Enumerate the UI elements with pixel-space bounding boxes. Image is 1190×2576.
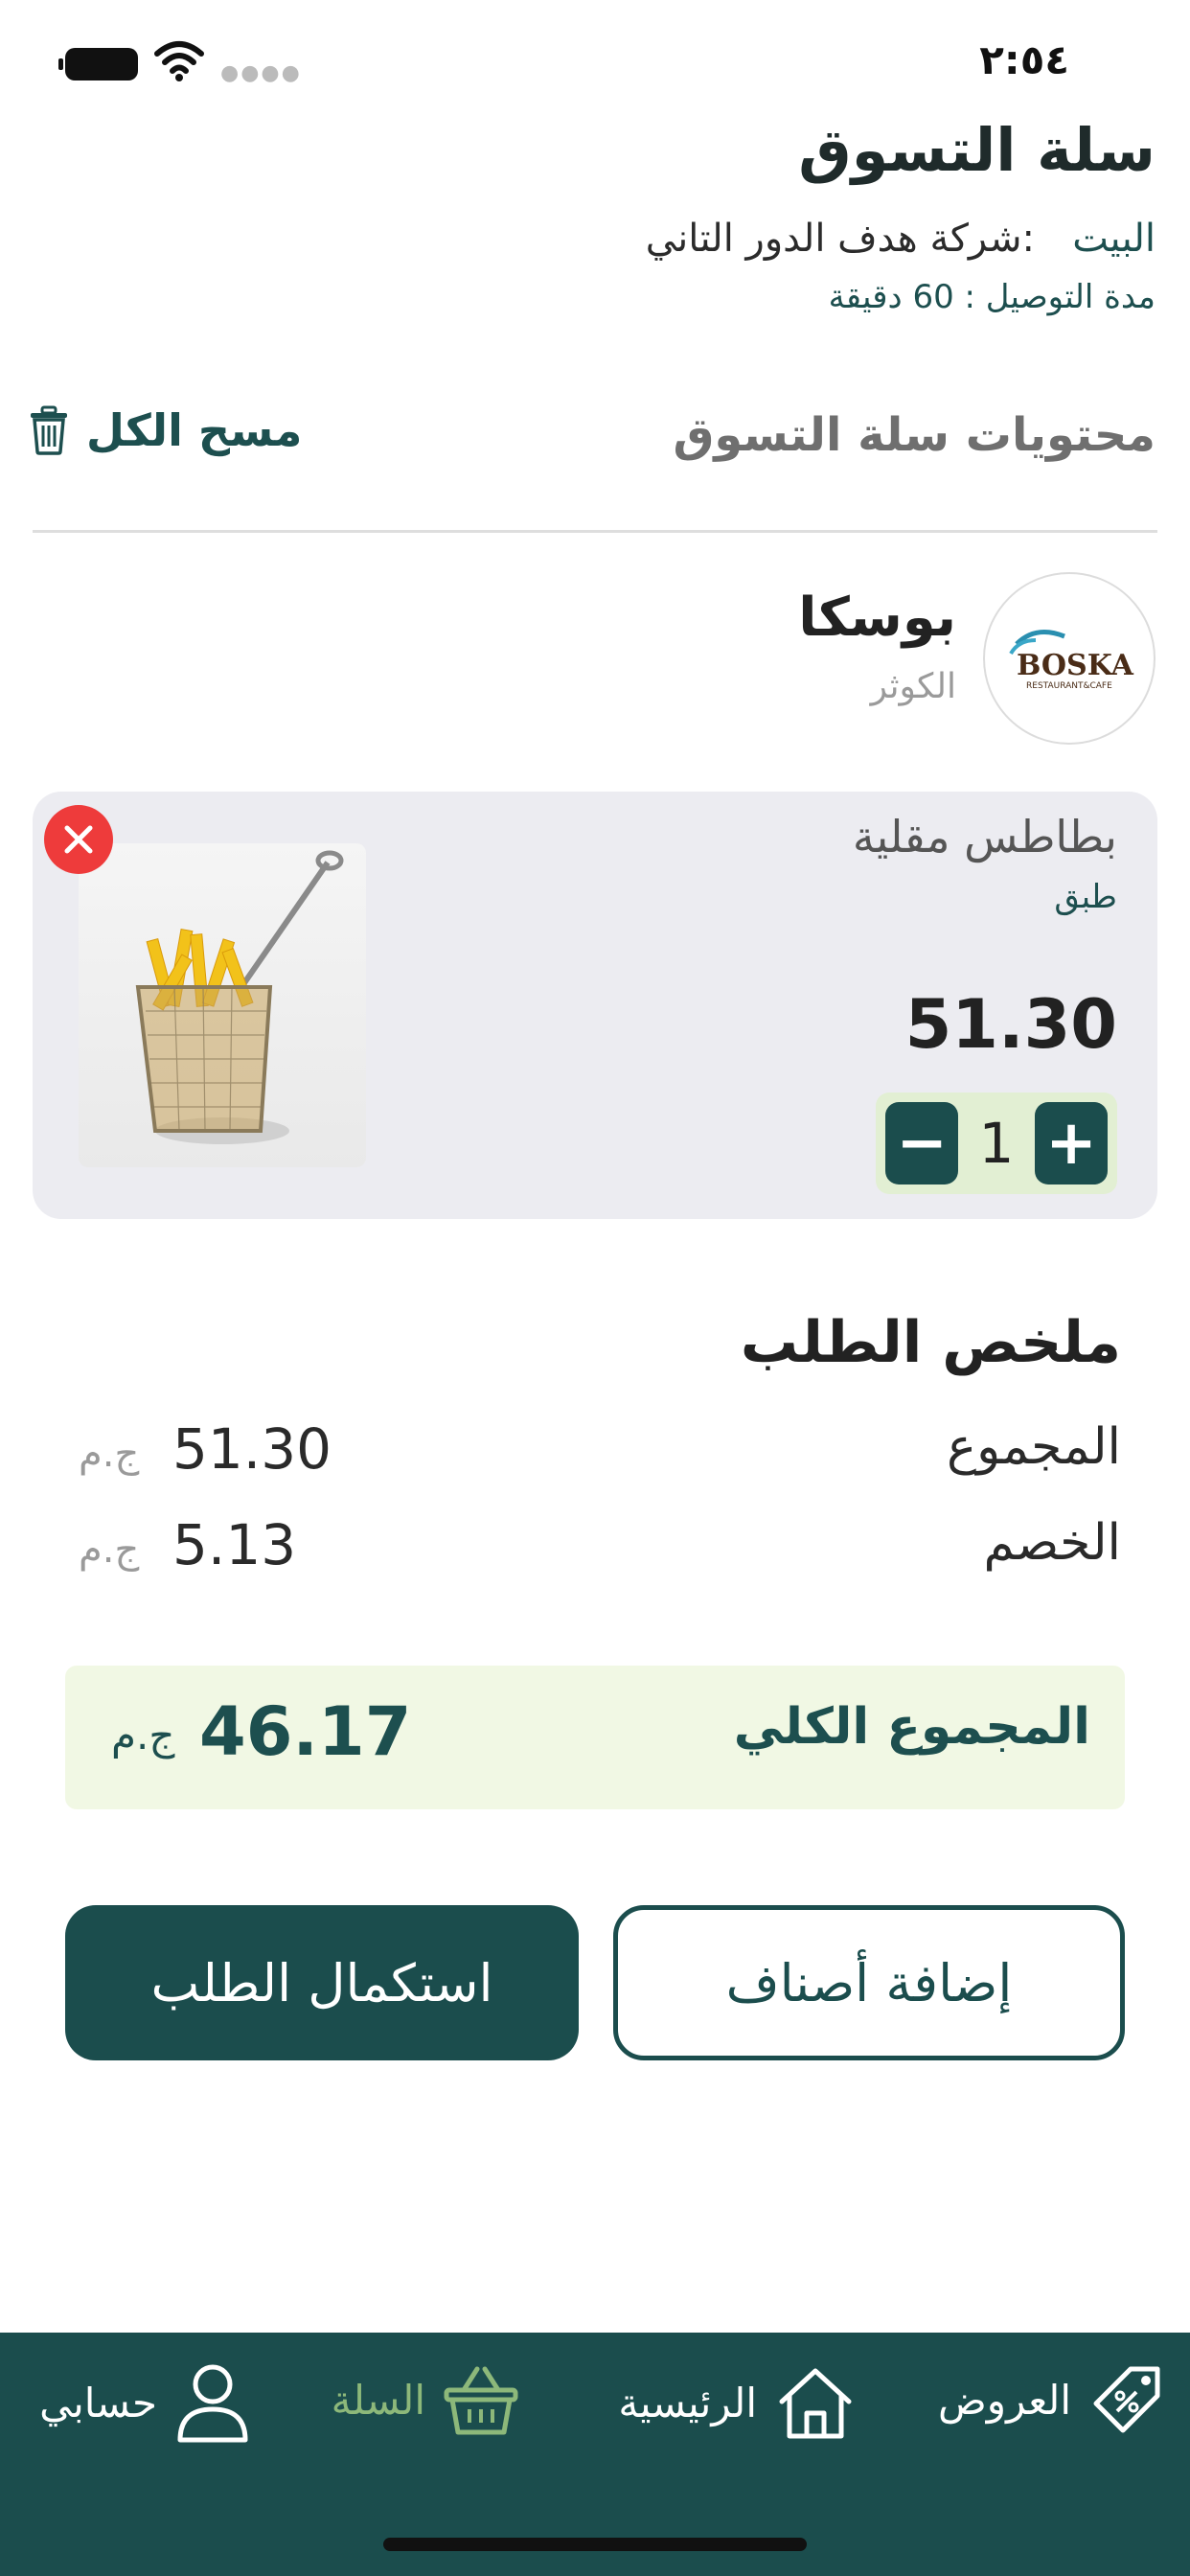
trash-icon (31, 405, 67, 455)
tab-cart[interactable]: السلة (332, 2361, 519, 2438)
add-items-button[interactable]: إضافة أصناف (613, 1905, 1125, 2060)
quantity-stepper: − 1 + (876, 1092, 1117, 1194)
tab-home-label: الرئيسية (618, 2379, 757, 2426)
clear-all-label: مسح الكل (86, 404, 303, 456)
discount-currency: ج.م (79, 1528, 140, 1572)
discount-value: 5.13 (172, 1512, 297, 1577)
checkout-button[interactable]: استكمال الطلب (65, 1905, 579, 2060)
order-summary-title: ملخص الطلب (740, 1309, 1121, 1376)
discount-label: الخصم (983, 1514, 1121, 1572)
svg-text:BOSKA: BOSKA (1017, 649, 1134, 682)
user-icon (177, 2364, 248, 2443)
restaurant-logo: BOSKA RESTAURANT&CAFE (983, 572, 1156, 745)
item-type: طبق (1054, 878, 1117, 916)
cart-contents-title: محتويات سلة التسوق (673, 408, 1156, 462)
item-name: بطاطس مقلية (852, 811, 1117, 862)
address-label[interactable]: البيت (1072, 217, 1156, 261)
home-indicator (383, 2538, 807, 2551)
increase-quantity-button[interactable]: + (1035, 1102, 1108, 1184)
delivery-time: مدة التوصيل : 60 دقيقة (828, 278, 1156, 316)
tab-offers[interactable]: العروض (938, 2361, 1165, 2438)
quantity-value: 1 (978, 1111, 1015, 1176)
subtotal-label: المجموع (947, 1418, 1121, 1476)
restaurant-area: الكوثر (870, 667, 956, 706)
status-time: ٢:٥٤ (979, 36, 1069, 83)
svg-text:RESTAURANT&CAFE: RESTAURANT&CAFE (1026, 681, 1112, 691)
total-currency: ج.م (111, 1712, 175, 1759)
item-price: 51.30 (904, 985, 1117, 1064)
subtotal-currency: ج.م (79, 1432, 140, 1476)
tab-account-label: حسابي (39, 2379, 157, 2426)
tab-cart-label: السلة (331, 2376, 425, 2424)
tag-icon (1093, 2366, 1160, 2433)
clear-all-button[interactable]: مسح الكل (29, 404, 302, 456)
battery-icon (58, 48, 138, 80)
basket-icon (444, 2366, 518, 2435)
divider (33, 530, 1157, 533)
page-title: سلة التسوق (798, 115, 1156, 185)
tab-home[interactable]: الرئيسية (618, 2361, 857, 2444)
tab-offers-label: العروض (938, 2376, 1071, 2424)
wifi-icon (154, 41, 204, 81)
item-image (79, 843, 366, 1167)
subtotal-value: 51.30 (172, 1416, 332, 1482)
decrease-quantity-button[interactable]: − (885, 1102, 958, 1184)
restaurant-name[interactable]: بوسكا (798, 586, 956, 649)
close-icon (64, 825, 93, 854)
remove-item-button[interactable] (44, 805, 113, 874)
home-icon (779, 2368, 852, 2439)
total-label: المجموع الكلي (733, 1698, 1090, 1756)
tab-account[interactable]: حسابي (39, 2361, 251, 2444)
signal-icon: ●●●● (220, 61, 302, 85)
total-value: 46.17 (199, 1692, 412, 1771)
address-value[interactable]: :شركة هدف الدور التاني (646, 217, 1035, 261)
